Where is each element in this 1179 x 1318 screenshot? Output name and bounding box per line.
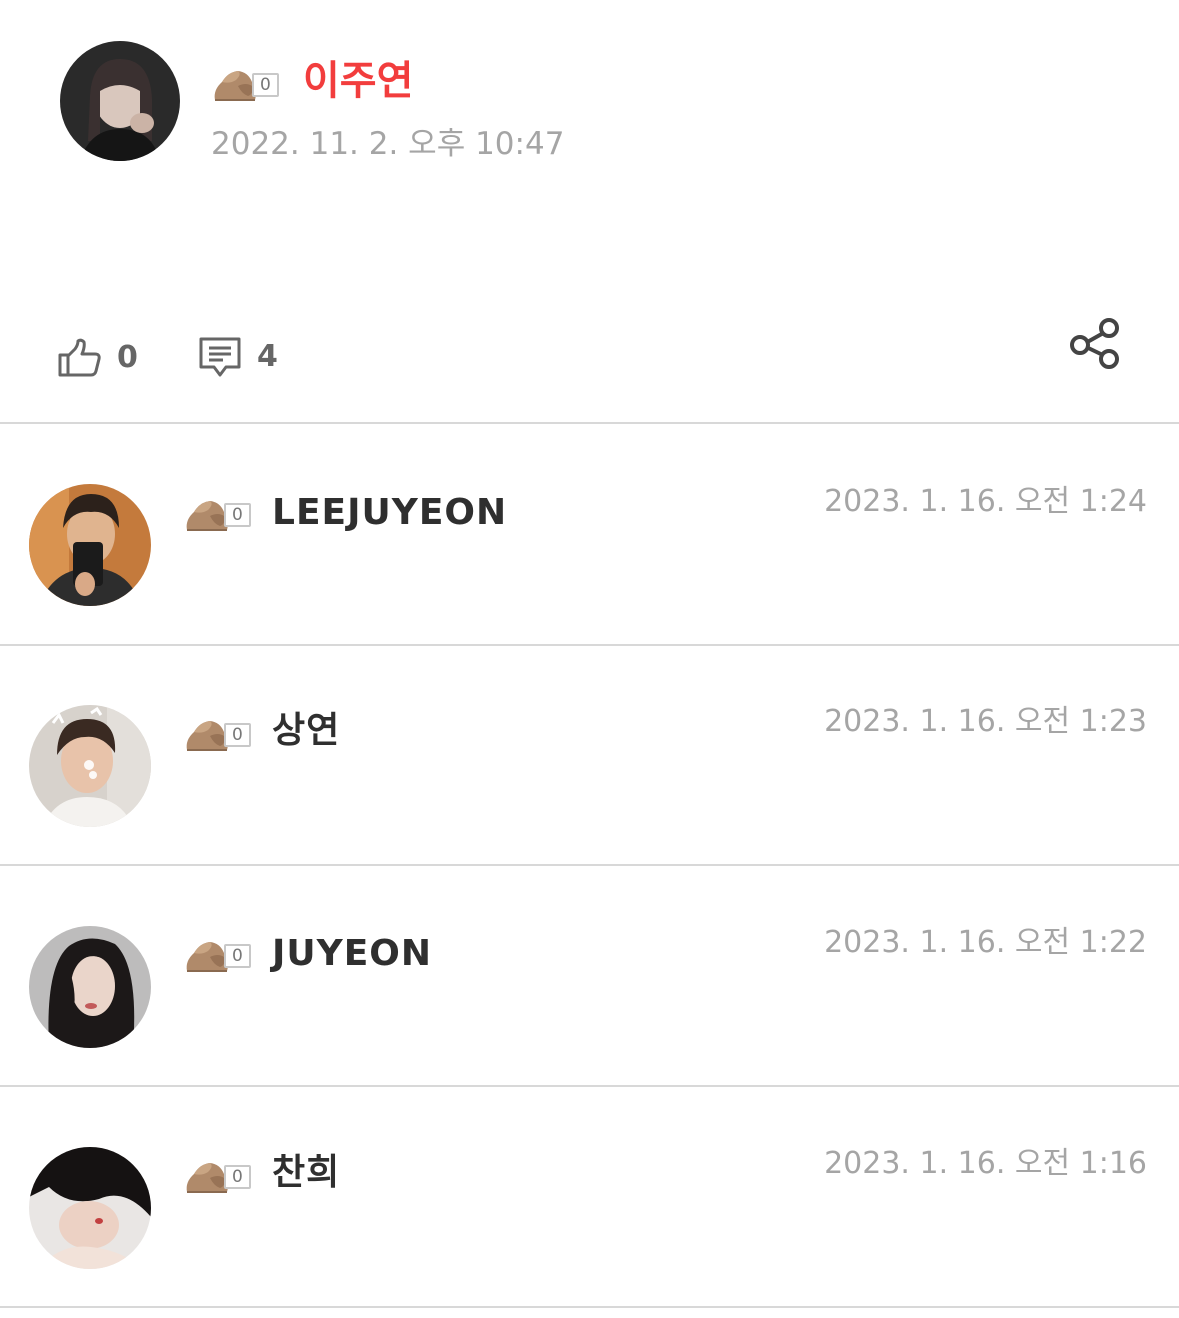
comment-timestamp: 2023. 1. 16. 오전 1:24 (824, 484, 1147, 519)
comment-item: 0 LEEJUYEON 2023. 1. 16. 오전 1:24 (0, 424, 1179, 646)
comment-item: 0 상연 2023. 1. 16. 오전 1:23 (0, 644, 1179, 866)
like-count: 0 (117, 340, 138, 375)
comment-author-name[interactable]: 찬희 (272, 1150, 340, 1196)
comment-level-badge: 0 (184, 716, 251, 754)
post-level-badge: 0 (212, 66, 279, 104)
comment-author-name[interactable]: JUYEON (272, 931, 432, 977)
comment-author-name[interactable]: LEEJUYEON (272, 490, 507, 536)
level-number: 0 (224, 1165, 251, 1189)
comment-author-avatar[interactable] (29, 1147, 151, 1269)
share-icon (1070, 318, 1119, 369)
comment-timestamp: 2023. 1. 16. 오전 1:23 (824, 704, 1147, 739)
comment-author-avatar[interactable] (29, 484, 151, 606)
level-number: 0 (224, 503, 251, 527)
comment-timestamp: 2023. 1. 16. 오전 1:22 (824, 925, 1147, 960)
comment-level-badge: 0 (184, 937, 251, 975)
level-number: 0 (224, 944, 251, 968)
share-button[interactable] (1066, 314, 1126, 374)
like-button[interactable]: 0 (57, 338, 138, 378)
post-author-avatar[interactable] (60, 41, 180, 161)
comment-author-avatar[interactable] (29, 705, 151, 827)
level-number: 0 (224, 723, 251, 747)
comment-timestamp: 2023. 1. 16. 오전 1:16 (824, 1146, 1147, 1181)
comment-count: 4 (257, 339, 278, 374)
comment-item: 0 JUYEON 2023. 1. 16. 오전 1:22 (0, 865, 1179, 1087)
comment-author-name[interactable]: 상연 (272, 708, 340, 754)
level-number: 0 (252, 73, 279, 97)
post-timestamp: 2022. 11. 2. 오후 10:47 (211, 126, 565, 162)
post-author-name[interactable]: 이주연 (303, 56, 413, 106)
thumbs-up-icon (58, 338, 101, 377)
comment-level-badge: 0 (184, 1158, 251, 1196)
post: 0 이주연 2022. 11. 2. 오후 10:47 0 4 (0, 0, 1179, 424)
comment-bubble-icon (199, 337, 241, 377)
comment-count-button[interactable]: 4 (197, 335, 278, 379)
comment-level-badge: 0 (184, 496, 251, 534)
comment-author-avatar[interactable] (29, 926, 151, 1048)
comment-item: 0 찬희 2023. 1. 16. 오전 1:16 (0, 1086, 1179, 1308)
